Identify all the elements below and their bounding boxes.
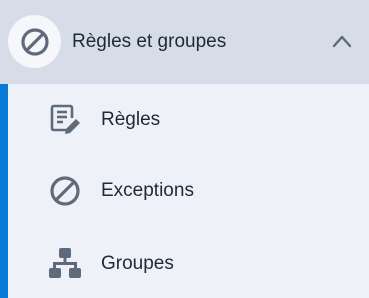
group-header-label: Règles et groupes <box>72 31 227 52</box>
block-icon <box>48 174 82 208</box>
active-indicator-bar <box>0 84 8 298</box>
hierarchy-icon <box>48 246 82 280</box>
chevron-up-icon[interactable] <box>331 32 353 50</box>
sidebar-item-label: Groupes <box>101 253 174 274</box>
sidebar-item-regles[interactable]: Règles <box>8 84 369 156</box>
sidebar-item-label: Exceptions <box>101 180 194 201</box>
rule-edit-icon <box>48 103 82 137</box>
sidebar-item-groupes[interactable]: Groupes <box>8 228 369 298</box>
block-icon <box>8 15 61 68</box>
group-header-rules-and-groups[interactable]: Règles et groupes <box>0 0 369 84</box>
sidebar-item-exceptions[interactable]: Exceptions <box>8 156 369 228</box>
sidebar-item-label: Règles <box>101 109 161 130</box>
sidebar-group-panel: Règles et groupes Règles Exceptions Grou… <box>0 0 369 298</box>
